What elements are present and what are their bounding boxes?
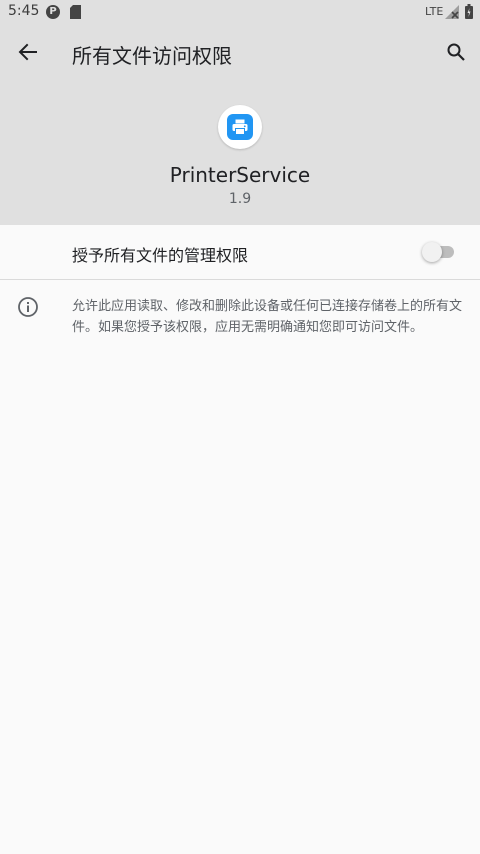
screen: 5:45 P LTE 所有文件访问权限 PrinterService 1.9 授… xyxy=(0,0,480,854)
sd-card-icon xyxy=(70,5,81,19)
back-button[interactable] xyxy=(14,38,42,66)
app-name: PrinterService xyxy=(169,163,311,187)
printer-icon xyxy=(232,119,248,135)
search-icon xyxy=(447,43,465,61)
battery-icon xyxy=(465,4,473,19)
app-icon xyxy=(218,105,262,149)
app-icon-badge xyxy=(227,114,253,140)
permission-switch[interactable] xyxy=(422,242,454,262)
permission-toggle-row[interactable]: 授予所有文件的管理权限 xyxy=(0,225,480,279)
permission-description: 允许此应用读取、修改和删除此设备或任何已连接存储卷上的所有文件。如果您授予该权限… xyxy=(72,299,463,335)
status-bar: 5:45 P LTE xyxy=(0,0,480,24)
app-header: 5:45 P LTE 所有文件访问权限 PrinterService 1.9 xyxy=(0,0,480,225)
divider xyxy=(0,279,480,280)
info-icon xyxy=(18,297,38,317)
arrow-back-icon xyxy=(18,43,37,61)
status-time: 5:45 xyxy=(8,3,40,19)
permission-label: 授予所有文件的管理权限 xyxy=(72,246,249,265)
app-version: 1.9 xyxy=(228,191,252,207)
notification-p-icon: P xyxy=(46,5,60,19)
toolbar: 所有文件访问权限 xyxy=(0,24,480,80)
page-title: 所有文件访问权限 xyxy=(72,44,232,68)
switch-thumb xyxy=(422,242,442,262)
search-button[interactable] xyxy=(442,38,470,66)
signal-icon xyxy=(445,5,459,19)
network-type-label: LTE xyxy=(425,5,444,18)
